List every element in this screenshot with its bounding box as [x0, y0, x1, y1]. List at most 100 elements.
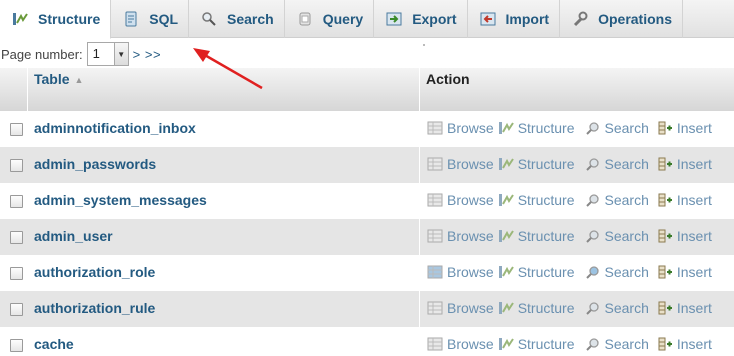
browse-icon — [427, 300, 443, 316]
insert-action[interactable]: Insert — [657, 336, 712, 352]
column-divider — [419, 255, 420, 291]
search-action[interactable]: Search — [585, 192, 649, 208]
browse-action[interactable]: Browse — [427, 192, 494, 208]
browse-icon — [427, 192, 443, 208]
search-action[interactable]: Search — [585, 156, 649, 172]
tab-structure[interactable]: Structure — [0, 0, 112, 39]
structure-action[interactable]: Structure — [498, 156, 575, 172]
import-icon — [480, 11, 496, 27]
table-name-link[interactable]: authorization_role — [34, 264, 155, 280]
page-number-value: 1 — [92, 46, 100, 61]
browse-action[interactable]: Browse — [427, 156, 494, 172]
column-header-table[interactable]: Table ▲ — [34, 71, 83, 87]
row-checkbox[interactable] — [10, 195, 23, 208]
insert-action[interactable]: Insert — [657, 120, 712, 136]
table-name-link[interactable]: admin_user — [34, 228, 113, 244]
tab-sql[interactable]: SQL — [111, 0, 190, 38]
row-checkbox[interactable] — [10, 123, 23, 136]
search-action[interactable]: Search — [585, 120, 649, 136]
chevron-down-icon[interactable]: ▼ — [113, 43, 128, 65]
structure-icon — [498, 300, 514, 316]
insert-icon — [657, 336, 673, 352]
insert-action[interactable]: Insert — [657, 228, 712, 244]
tab-query[interactable]: Query — [285, 0, 375, 38]
row-checkbox[interactable] — [10, 339, 23, 352]
structure-action[interactable]: Structure — [498, 192, 575, 208]
table-name-link[interactable]: admin_passwords — [34, 156, 156, 172]
tab-export[interactable]: Export — [374, 0, 468, 38]
structure-action[interactable]: Structure — [498, 264, 575, 280]
insert-action[interactable]: Insert — [657, 264, 712, 280]
browse-label: Browse — [447, 264, 494, 280]
insert-label: Insert — [676, 192, 712, 208]
search-action[interactable]: Search — [585, 264, 649, 280]
tab-label: Operations — [598, 11, 672, 27]
structure-action[interactable]: Structure — [498, 228, 575, 244]
row-actions: Browse Structure Search Insert — [427, 228, 716, 244]
structure-label: Structure — [517, 120, 575, 136]
tab-operations[interactable]: Operations — [560, 0, 683, 38]
browse-label: Browse — [447, 156, 494, 172]
table-row: admin_user Browse Structure Search Insert — [0, 219, 734, 255]
structure-icon — [12, 11, 28, 27]
row-actions: Browse Structure Search Insert — [427, 264, 716, 280]
structure-icon — [498, 228, 514, 244]
search-icon — [585, 192, 601, 208]
search-icon — [585, 300, 601, 316]
insert-action[interactable]: Insert — [657, 192, 712, 208]
export-icon — [386, 11, 402, 27]
tab-search[interactable]: Search — [189, 0, 285, 38]
table-name-link[interactable]: cache — [34, 336, 74, 352]
page-number-label: Page number: — [1, 46, 83, 62]
structure-icon — [498, 264, 514, 280]
table-name-link[interactable]: admin_system_messages — [34, 192, 207, 208]
search-icon — [585, 120, 601, 136]
row-checkbox[interactable] — [10, 159, 23, 172]
search-label: Search — [604, 156, 649, 172]
structure-action[interactable]: Structure — [498, 120, 575, 136]
insert-action[interactable]: Insert — [657, 156, 712, 172]
page-number-select[interactable]: 1 ▼ — [86, 42, 129, 66]
structure-label: Structure — [517, 336, 575, 352]
browse-action[interactable]: Browse — [427, 228, 494, 244]
insert-label: Insert — [676, 336, 712, 352]
row-actions: Browse Structure Search Insert — [427, 156, 716, 172]
row-checkbox[interactable] — [10, 267, 23, 280]
column-divider — [419, 68, 420, 112]
browse-label: Browse — [447, 192, 494, 208]
structure-label: Structure — [517, 264, 575, 280]
insert-action[interactable]: Insert — [657, 300, 712, 316]
page-navigation: Page number: 1 ▼ > >> — [0, 40, 161, 68]
table-row: authorization_rule Browse Structure Search I… — [0, 291, 734, 327]
page-next-links[interactable]: > >> — [133, 47, 161, 62]
insert-icon — [657, 264, 673, 280]
tab-import[interactable]: Import — [468, 0, 561, 38]
browse-action[interactable]: Browse — [427, 264, 494, 280]
structure-action[interactable]: Structure — [498, 300, 575, 316]
query-icon — [297, 11, 313, 27]
structure-icon — [498, 192, 514, 208]
browse-label: Browse — [447, 300, 494, 316]
checkbox-column-header — [0, 68, 28, 112]
row-checkbox[interactable] — [10, 303, 23, 316]
search-label: Search — [604, 336, 649, 352]
browse-action[interactable]: Browse — [427, 300, 494, 316]
search-action[interactable]: Search — [585, 228, 649, 244]
search-icon — [585, 156, 601, 172]
row-checkbox[interactable] — [10, 231, 23, 244]
table-name-link[interactable]: adminnotification_inbox — [34, 120, 196, 136]
table-row: authorization_role Browse Structure Search I… — [0, 255, 734, 291]
tab-bar: Structure SQL Search Query Export Import — [0, 0, 734, 39]
tab-label: Export — [412, 11, 457, 27]
browse-action[interactable]: Browse — [427, 336, 494, 352]
browse-label: Browse — [447, 120, 494, 136]
table-name-link[interactable]: authorization_rule — [34, 300, 155, 316]
insert-icon — [657, 228, 673, 244]
browse-action[interactable]: Browse — [427, 120, 494, 136]
row-actions: Browse Structure Search Insert — [427, 120, 716, 136]
structure-label: Structure — [517, 300, 575, 316]
search-action[interactable]: Search — [585, 336, 649, 352]
column-divider — [419, 147, 420, 183]
search-action[interactable]: Search — [585, 300, 649, 316]
structure-action[interactable]: Structure — [498, 336, 575, 352]
